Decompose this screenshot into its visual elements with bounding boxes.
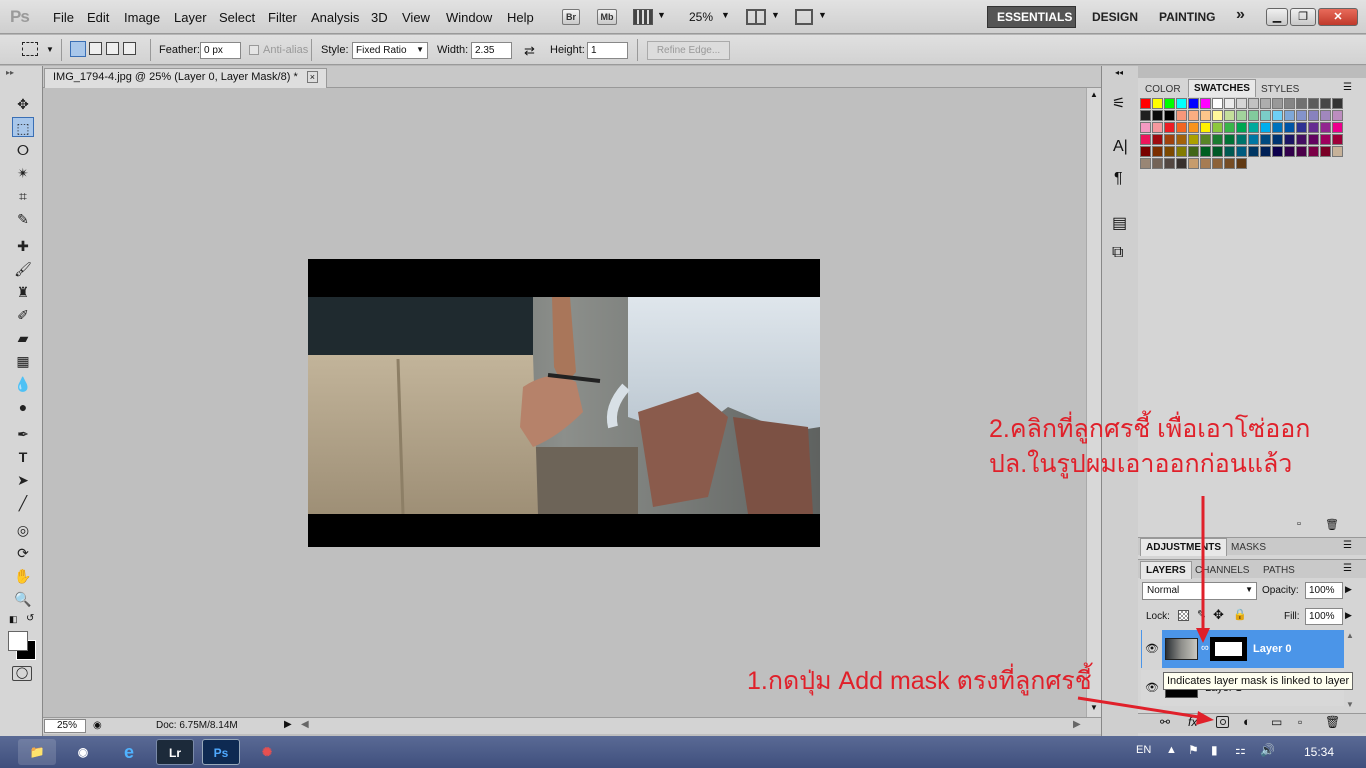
battery-icon[interactable]: ▮ — [1211, 743, 1218, 757]
volume-icon[interactable]: 🔊 — [1260, 743, 1275, 757]
action-center-flag-icon[interactable]: ⚑ — [1188, 743, 1199, 757]
file-explorer-icon[interactable]: 📁 — [18, 739, 56, 765]
clock[interactable]: 15:34 — [1304, 745, 1334, 759]
language-indicator[interactable]: EN — [1136, 744, 1151, 756]
app-taskbar-icon[interactable]: ✺ — [248, 739, 286, 765]
network-icon[interactable]: ⚏ — [1235, 743, 1246, 757]
photoshop-taskbar-icon[interactable]: Ps — [202, 739, 240, 765]
windows-taskbar: 📁 ◉ e Lr Ps ✺ EN ▲ ⚑ ▮ ⚏ 🔊 15:34 — [0, 736, 1366, 768]
internet-explorer-icon[interactable]: e — [110, 739, 148, 765]
tray-arrow-icon[interactable]: ▲ — [1166, 744, 1177, 756]
chrome-icon[interactable]: ◉ — [64, 739, 102, 765]
annotation-arrows — [1077, 496, 1214, 725]
lightroom-icon[interactable]: Lr — [156, 739, 194, 765]
